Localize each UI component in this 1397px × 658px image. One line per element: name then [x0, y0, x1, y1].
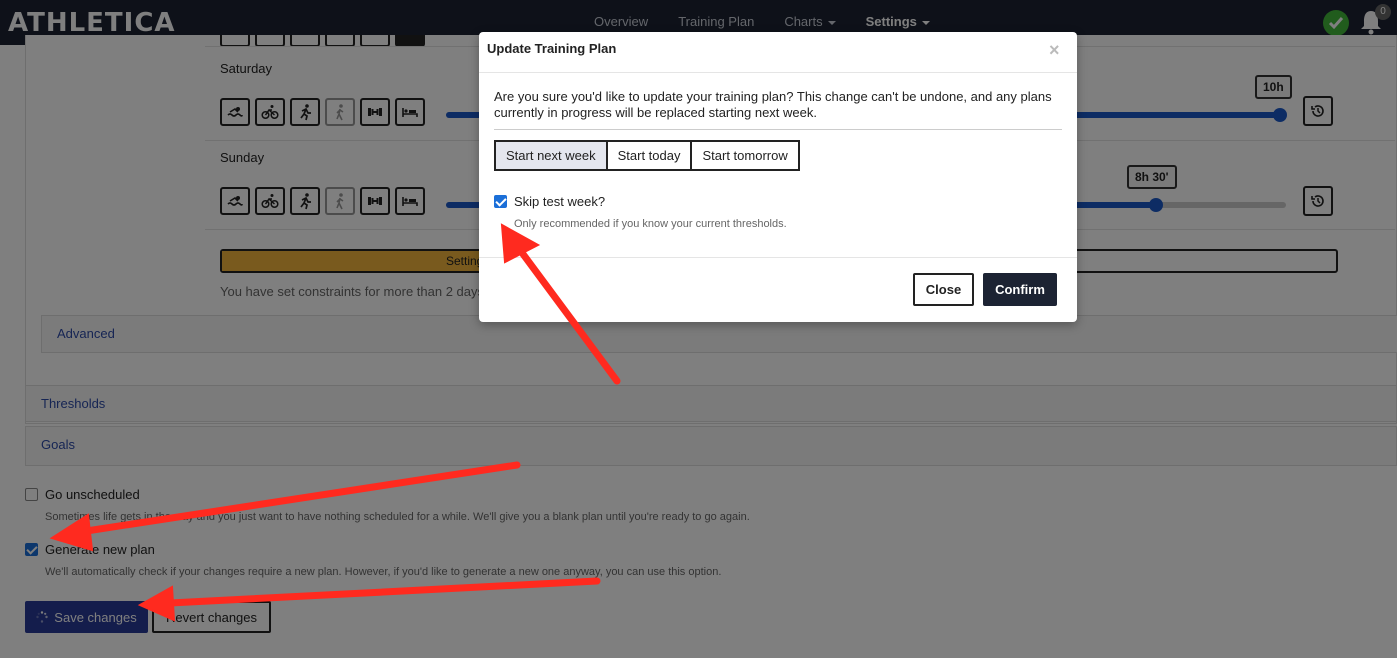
dialog-title: Update Training Plan: [487, 41, 617, 56]
divider: [479, 257, 1077, 258]
divider: [494, 129, 1062, 130]
skip-test-week-hint: Only recommended if you know your curren…: [514, 218, 787, 230]
dialog-header: Update Training Plan ×: [479, 32, 1077, 73]
close-icon[interactable]: ×: [1049, 40, 1060, 61]
start-today-button[interactable]: Start today: [605, 140, 693, 171]
start-tomorrow-button[interactable]: Start tomorrow: [690, 140, 800, 171]
skip-test-week-checkbox[interactable]: [494, 195, 507, 208]
skip-test-week-option[interactable]: Skip test week?: [494, 194, 605, 209]
start-next-week-button[interactable]: Start next week: [494, 140, 608, 171]
confirm-button[interactable]: Confirm: [983, 273, 1057, 306]
update-training-plan-dialog: Update Training Plan × Are you sure you'…: [479, 32, 1077, 322]
start-option-group: Start next week Start today Start tomorr…: [494, 140, 800, 171]
dialog-message: Are you sure you'd like to update your t…: [494, 89, 1052, 120]
close-button[interactable]: Close: [913, 273, 974, 306]
skip-test-week-label: Skip test week?: [514, 194, 606, 209]
